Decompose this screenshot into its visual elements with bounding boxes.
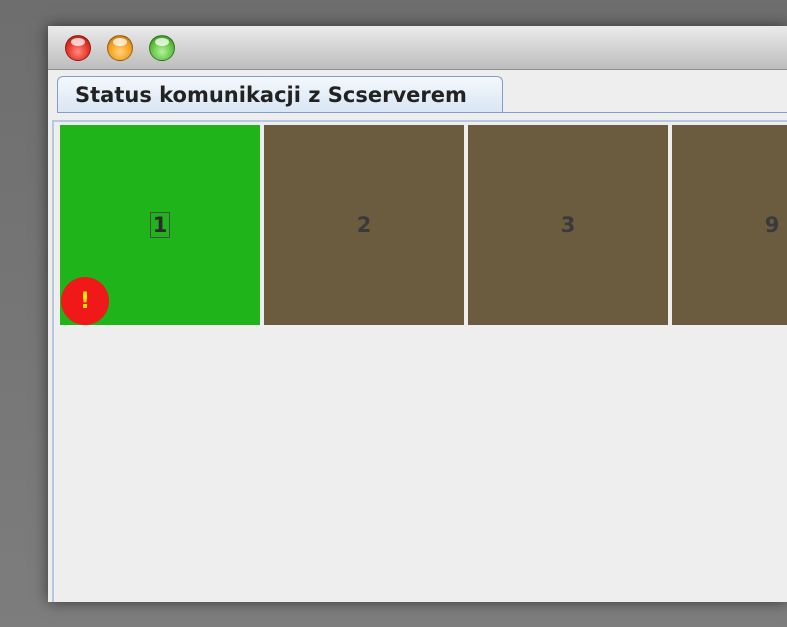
tab-status-komunikacji[interactable]: Status komunikacji z Scserverem bbox=[57, 76, 503, 112]
tabbed-pane: Status komunikacji z Scserverem 1 ! 2 3 bbox=[48, 70, 787, 602]
warning-icon: ! bbox=[61, 277, 109, 325]
device-tile-grid: 1 ! 2 3 9 bbox=[60, 125, 787, 325]
device-tile-3[interactable]: 3 bbox=[468, 125, 668, 325]
tab-strip-border bbox=[57, 112, 787, 113]
maximize-button[interactable] bbox=[149, 35, 175, 61]
warning-icon-glyph: ! bbox=[79, 288, 91, 314]
device-tile-label: 3 bbox=[560, 213, 576, 237]
device-tile-1[interactable]: 1 ! bbox=[60, 125, 260, 325]
device-tile-9[interactable]: 9 bbox=[672, 125, 787, 325]
device-tile-label: 9 bbox=[764, 213, 780, 237]
title-bar[interactable] bbox=[48, 26, 787, 70]
device-tile-label: 1 bbox=[149, 212, 171, 238]
app-window: Status komunikacji z Scserverem 1 ! 2 3 bbox=[48, 26, 787, 602]
tab-content-panel: 1 ! 2 3 9 bbox=[52, 120, 787, 602]
device-tile-2[interactable]: 2 bbox=[264, 125, 464, 325]
tab-label: Status komunikacji z Scserverem bbox=[75, 83, 467, 107]
close-button[interactable] bbox=[65, 35, 91, 61]
device-tile-label: 2 bbox=[356, 213, 372, 237]
minimize-button[interactable] bbox=[107, 35, 133, 61]
